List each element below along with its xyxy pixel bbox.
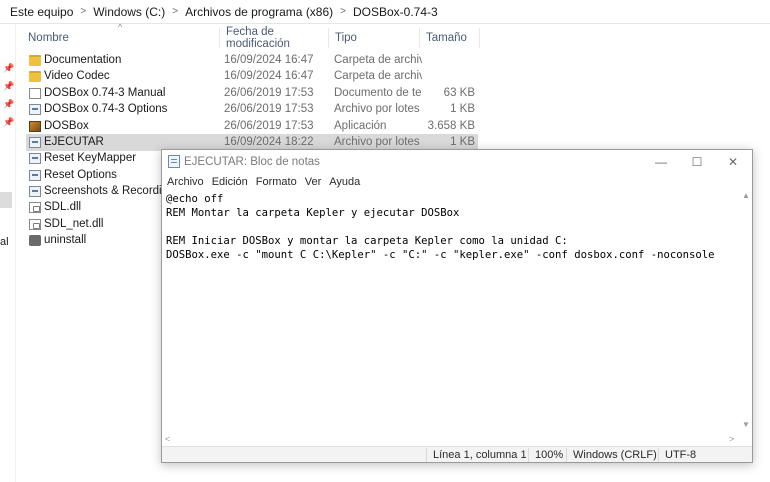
text-editor[interactable]: @echo off REM Montar la carpeta Kepler y…	[162, 190, 740, 434]
column-header-size[interactable]: Tamaño	[420, 28, 480, 48]
nav-item-label[interactable]: al	[0, 236, 9, 248]
file-type: Carpeta de archivos	[334, 70, 422, 82]
column-label: Nombre	[28, 32, 69, 44]
notepad-window: EJECUTAR: Bloc de notas — ☐ ✕ Archivo Ed…	[161, 149, 753, 463]
breadcrumb-item[interactable]: Archivos de programa (x86)	[181, 5, 337, 19]
pin-icon[interactable]: 📌	[3, 81, 14, 92]
file-row[interactable]: Documentation 16/09/2024 16:47 Carpeta d…	[26, 52, 478, 69]
menu-archivo[interactable]: Archivo	[164, 176, 207, 188]
batch-file-icon	[29, 137, 41, 148]
batch-file-icon	[29, 170, 41, 181]
file-type: Documento de tex...	[334, 87, 422, 99]
file-name: Video Codec	[44, 70, 110, 82]
file-date: 16/09/2024 16:47	[224, 54, 314, 66]
file-name: EJECUTAR	[44, 136, 104, 148]
column-label: Tipo	[335, 32, 357, 44]
file-date: 26/06/2019 17:53	[224, 120, 314, 132]
chevron-right-icon[interactable]: >	[169, 6, 181, 17]
file-size: 1 KB	[450, 103, 475, 115]
notepad-icon	[168, 155, 180, 168]
dll-file-icon	[29, 219, 41, 230]
close-button[interactable]: ✕	[715, 150, 751, 174]
encoding: UTF-8	[658, 448, 696, 462]
menu-edicion[interactable]: Edición	[209, 176, 251, 188]
file-date: 16/09/2024 16:47	[224, 70, 314, 82]
file-date: 16/09/2024 18:22	[224, 136, 314, 148]
file-name: Documentation	[44, 54, 122, 66]
file-row[interactable]: DOSBox 26/06/2019 17:53 Aplicación 3.658…	[26, 118, 478, 135]
folder-icon	[29, 71, 41, 82]
column-header-name[interactable]: Nombre	[22, 28, 220, 48]
file-size: 1 KB	[450, 136, 475, 148]
file-name: DOSBox 0.74-3 Manual	[44, 87, 166, 99]
chevron-right-icon[interactable]: >	[337, 6, 349, 17]
menu-ver[interactable]: Ver	[302, 176, 325, 188]
scroll-left-icon[interactable]: <	[165, 434, 170, 444]
batch-file-icon	[29, 153, 41, 164]
uninstall-icon	[29, 235, 41, 246]
pin-icon[interactable]: 📌	[3, 99, 14, 110]
dll-file-icon	[29, 202, 41, 213]
file-type: Carpeta de archivos	[334, 54, 422, 66]
menu-bar: Archivo Edición Formato Ver Ayuda	[162, 174, 752, 190]
file-type: Aplicación	[334, 120, 387, 132]
maximize-button[interactable]: ☐	[679, 150, 715, 174]
folder-icon	[29, 55, 41, 66]
breadcrumb-item[interactable]: Este equipo	[6, 5, 77, 19]
file-row[interactable]: DOSBox 0.74-3 Options 26/06/2019 17:53 A…	[26, 101, 478, 118]
chevron-right-icon[interactable]: >	[77, 6, 89, 17]
title-bar[interactable]: EJECUTAR: Bloc de notas — ☐ ✕	[162, 150, 752, 174]
horizontal-scrollbar[interactable]: < >	[162, 434, 752, 446]
file-date: 26/06/2019 17:53	[224, 103, 314, 115]
column-label: Fecha de modificación	[226, 26, 290, 50]
breadcrumb-item[interactable]: DOSBox-0.74-3	[349, 5, 442, 19]
batch-file-icon	[29, 186, 41, 197]
file-date: 26/06/2019 17:53	[224, 87, 314, 99]
text-document-icon	[29, 88, 41, 99]
column-header-date[interactable]: Fecha de modificación	[220, 26, 329, 50]
file-name: DOSBox	[44, 120, 89, 132]
file-type: Archivo por lotes ...	[334, 136, 422, 148]
column-label: Tamaño	[426, 32, 467, 44]
pin-icon[interactable]: 📌	[3, 63, 14, 74]
vertical-scrollbar[interactable]: ▲ ▼	[740, 190, 752, 434]
file-row[interactable]: Video Codec 16/09/2024 16:47 Carpeta de …	[26, 68, 478, 85]
scroll-right-icon[interactable]: >	[729, 434, 734, 444]
cursor-position: Línea 1, columna 1	[426, 448, 527, 462]
file-size: 63 KB	[443, 87, 475, 99]
file-row[interactable]: DOSBox 0.74-3 Manual 26/06/2019 17:53 Do…	[26, 85, 478, 102]
minimize-button[interactable]: —	[643, 150, 679, 174]
nav-selected-item[interactable]	[0, 192, 12, 208]
file-type: Archivo por lotes ...	[334, 103, 422, 115]
pin-icon[interactable]: 📌	[3, 117, 14, 128]
window-title: EJECUTAR: Bloc de notas	[184, 156, 320, 168]
status-bar: Línea 1, columna 1 100% Windows (CRLF) U…	[162, 446, 752, 462]
column-header-type[interactable]: Tipo	[329, 28, 420, 48]
file-name: DOSBox 0.74-3 Options	[44, 103, 168, 115]
batch-file-icon	[29, 104, 41, 115]
dosbox-app-icon	[29, 121, 41, 132]
breadcrumb: Este equipo > Windows (C:) > Archivos de…	[0, 0, 770, 24]
menu-ayuda[interactable]: Ayuda	[326, 176, 363, 188]
zoom-level: 100%	[528, 448, 563, 462]
file-size: 3.658 KB	[427, 120, 475, 132]
scroll-up-icon[interactable]: ▲	[742, 191, 750, 200]
menu-formato[interactable]: Formato	[253, 176, 300, 188]
navigation-pane: 📌 📌 📌 📌 al	[0, 24, 16, 482]
scroll-down-icon[interactable]: ▼	[742, 420, 750, 429]
line-ending: Windows (CRLF)	[566, 448, 657, 462]
breadcrumb-item[interactable]: Windows (C:)	[89, 5, 169, 19]
